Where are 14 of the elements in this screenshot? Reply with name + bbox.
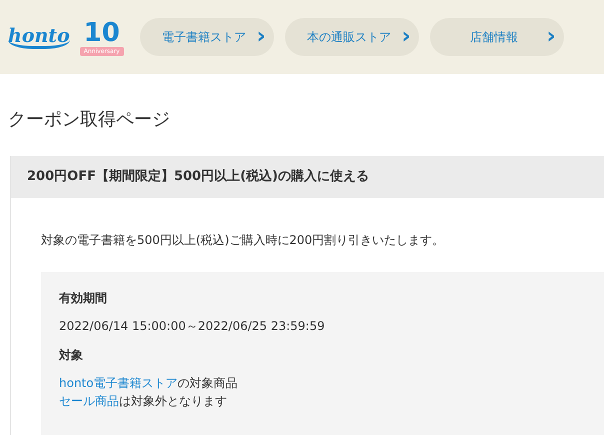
- detail-heading: 有効期間: [59, 290, 108, 307]
- page-title: クーポン取得ページ: [8, 108, 171, 132]
- coupon-title: 200円OFF【期間限定】500円以上(税込)の購入に使える: [11, 156, 604, 198]
- detail-heading: 対象: [59, 347, 84, 364]
- coupon-description: 対象の電子書籍を500円以上(税込)ご購入時に200円割り引きいたします。: [41, 232, 446, 248]
- nav-button[interactable]: 店舗情報 ›: [430, 18, 564, 56]
- nav-button[interactable]: 電子書籍ストア ›: [140, 18, 274, 56]
- nav-button[interactable]: 本の通販ストア ›: [284, 18, 419, 56]
- link[interactable]: セール商品: [59, 394, 119, 408]
- link[interactable]: honto電子書籍ストア: [59, 376, 178, 390]
- logo[interactable]: honto: [8, 26, 70, 48]
- detail-text: 2022/06/14 15:00:00～2022/06/25 23:59:59: [59, 318, 326, 335]
- detail-text: セール商品は対象外となります: [59, 393, 228, 410]
- detail-text: honto電子書籍ストアの対象商品: [59, 375, 239, 392]
